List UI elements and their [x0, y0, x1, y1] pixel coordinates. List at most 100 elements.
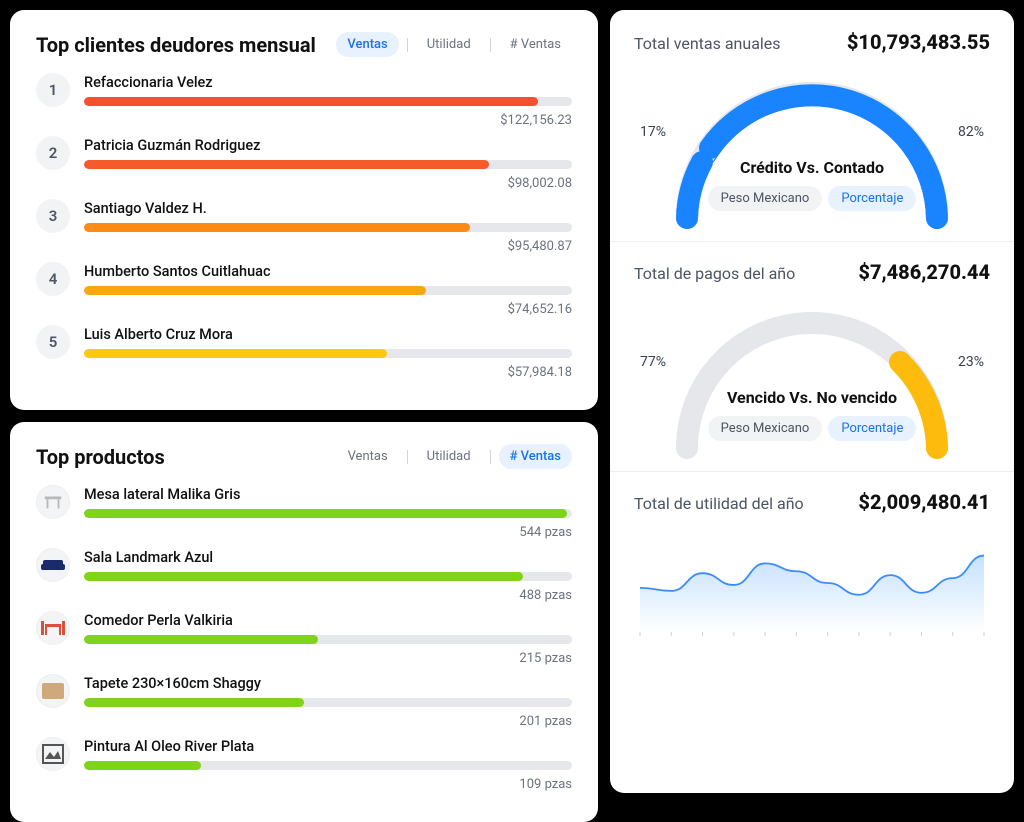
tab-utilidad[interactable]: Utilidad [416, 32, 482, 57]
bar-fill [84, 635, 318, 644]
debtors-title: Top clientes deudores mensual [36, 33, 316, 57]
dining-icon [36, 611, 70, 645]
gauge-overdue-title: Vencido Vs. No vencido [634, 388, 990, 407]
debtor-value: $122,156.23 [36, 113, 572, 128]
tab-ventas[interactable]: Ventas [337, 444, 399, 469]
annual-sales-head: Total ventas anuales $10,793,483.55 [634, 30, 990, 54]
tab-nventas[interactable]: # Ventas [499, 444, 572, 469]
gauge-credit: 17% 82% Crédito Vs. Contado Peso Mexican… [634, 58, 990, 233]
divider [407, 450, 408, 464]
product-row[interactable]: Mesa lateral Malika Gris [36, 485, 572, 519]
product-row[interactable]: Sala Landmark Azul [36, 548, 572, 582]
divider [490, 38, 491, 52]
debtor-row[interactable]: 3 Santiago Valdez H. [36, 199, 572, 233]
annual-payments-head: Total de pagos del año $7,486,270.44 [634, 260, 990, 284]
bar-track [84, 160, 572, 169]
bar-fill [84, 286, 426, 295]
tab-utilidad[interactable]: Utilidad [416, 444, 482, 469]
product-value: 544 pzas [36, 525, 572, 540]
annual-profit-label: Total de utilidad del año [634, 494, 804, 513]
debtor-value: $95,480.87 [36, 239, 572, 254]
product-row[interactable]: Tapete 230×160cm Shaggy [36, 674, 572, 708]
unit-pct[interactable]: Porcentaje [828, 186, 916, 211]
annual-payments-label: Total de pagos del año [634, 264, 795, 283]
annual-profit-value: $2,009,480.41 [858, 490, 990, 514]
debtor-name: Patricia Guzmán Rodriguez [84, 137, 572, 154]
bar-track [84, 572, 572, 581]
bar-fill [84, 349, 387, 358]
divider [407, 38, 408, 52]
gauge-credit-left: 17% [640, 124, 666, 140]
rank-badge: 5 [36, 325, 70, 359]
debtor-row[interactable]: 1 Refaccionaria Velez [36, 73, 572, 107]
card-products: Top productos Ventas Utilidad # Ventas M… [10, 422, 598, 822]
debtor-row[interactable]: 2 Patricia Guzmán Rodriguez [36, 136, 572, 170]
rank-badge: 3 [36, 199, 70, 233]
rank-badge: 4 [36, 262, 70, 296]
debtor-value: $74,652.16 [36, 302, 572, 317]
product-name: Sala Landmark Azul [84, 549, 572, 566]
annual-profit-head: Total de utilidad del año $2,009,480.41 [634, 490, 990, 514]
debtor-row[interactable]: 4 Humberto Santos Cuitlahuac [36, 262, 572, 296]
gauge-credit-right: 82% [958, 124, 984, 140]
debtors-tabs: Ventas Utilidad # Ventas [336, 32, 572, 57]
bar-track [84, 97, 572, 106]
debtor-row[interactable]: 5 Luis Alberto Cruz Mora [36, 325, 572, 359]
product-value: 215 pzas [36, 651, 572, 666]
debtor-name: Santiago Valdez H. [84, 200, 572, 217]
bar-track [84, 698, 572, 707]
table-icon [36, 485, 70, 519]
product-row[interactable]: Pintura Al Oleo River Plata [36, 737, 572, 771]
bar-fill [84, 223, 470, 232]
unit-peso[interactable]: Peso Mexicano [708, 186, 823, 211]
bar-fill [84, 509, 567, 518]
debtor-name: Humberto Santos Cuitlahuac [84, 263, 572, 280]
product-name: Pintura Al Oleo River Plata [84, 738, 572, 755]
divider [610, 471, 1014, 472]
product-row[interactable]: Comedor Perla Valkiria [36, 611, 572, 645]
bar-track [84, 761, 572, 770]
bar-fill [84, 97, 538, 106]
tab-ventas[interactable]: Ventas [336, 32, 398, 57]
sofa-icon [36, 548, 70, 582]
rank-badge: 1 [36, 73, 70, 107]
product-value: 109 pzas [36, 777, 572, 792]
divider [610, 241, 1014, 242]
bar-track [84, 286, 572, 295]
product-value: 488 pzas [36, 588, 572, 603]
profit-area-chart [634, 528, 990, 638]
gauge-overdue-right: 23% [958, 354, 984, 370]
bar-track [84, 635, 572, 644]
bar-track [84, 349, 572, 358]
bar-track [84, 223, 572, 232]
rug-icon [36, 674, 70, 708]
divider [490, 450, 491, 464]
product-name: Comedor Perla Valkiria [84, 612, 572, 629]
gauge-overdue-units: Peso Mexicano Porcentaje [634, 416, 990, 441]
debtor-name: Luis Alberto Cruz Mora [84, 326, 572, 343]
bar-fill [84, 698, 304, 707]
debtors-header: Top clientes deudores mensual Ventas Uti… [36, 32, 572, 57]
product-name: Tapete 230×160cm Shaggy [84, 675, 572, 692]
bar-fill [84, 572, 523, 581]
products-header: Top productos Ventas Utilidad # Ventas [36, 444, 572, 469]
debtor-value: $57,984.18 [36, 365, 572, 380]
products-title: Top productos [36, 445, 165, 469]
bar-fill [84, 160, 489, 169]
tab-nventas[interactable]: # Ventas [499, 32, 572, 57]
product-name: Mesa lateral Malika Gris [84, 486, 572, 503]
card-debtors: Top clientes deudores mensual Ventas Uti… [10, 10, 598, 410]
unit-pct[interactable]: Porcentaje [828, 416, 916, 441]
product-value: 201 pzas [36, 714, 572, 729]
card-annual: Total ventas anuales $10,793,483.55 17% … [610, 10, 1014, 793]
bar-fill [84, 761, 201, 770]
gauge-credit-title: Crédito Vs. Contado [634, 158, 990, 177]
gauge-credit-units: Peso Mexicano Porcentaje [634, 186, 990, 211]
gauge-overdue-left: 77% [640, 354, 666, 370]
unit-peso[interactable]: Peso Mexicano [708, 416, 823, 441]
products-tabs: Ventas Utilidad # Ventas [337, 444, 572, 469]
painting-icon [36, 737, 70, 771]
annual-sales-value: $10,793,483.55 [847, 30, 990, 54]
annual-payments-value: $7,486,270.44 [858, 260, 990, 284]
rank-badge: 2 [36, 136, 70, 170]
